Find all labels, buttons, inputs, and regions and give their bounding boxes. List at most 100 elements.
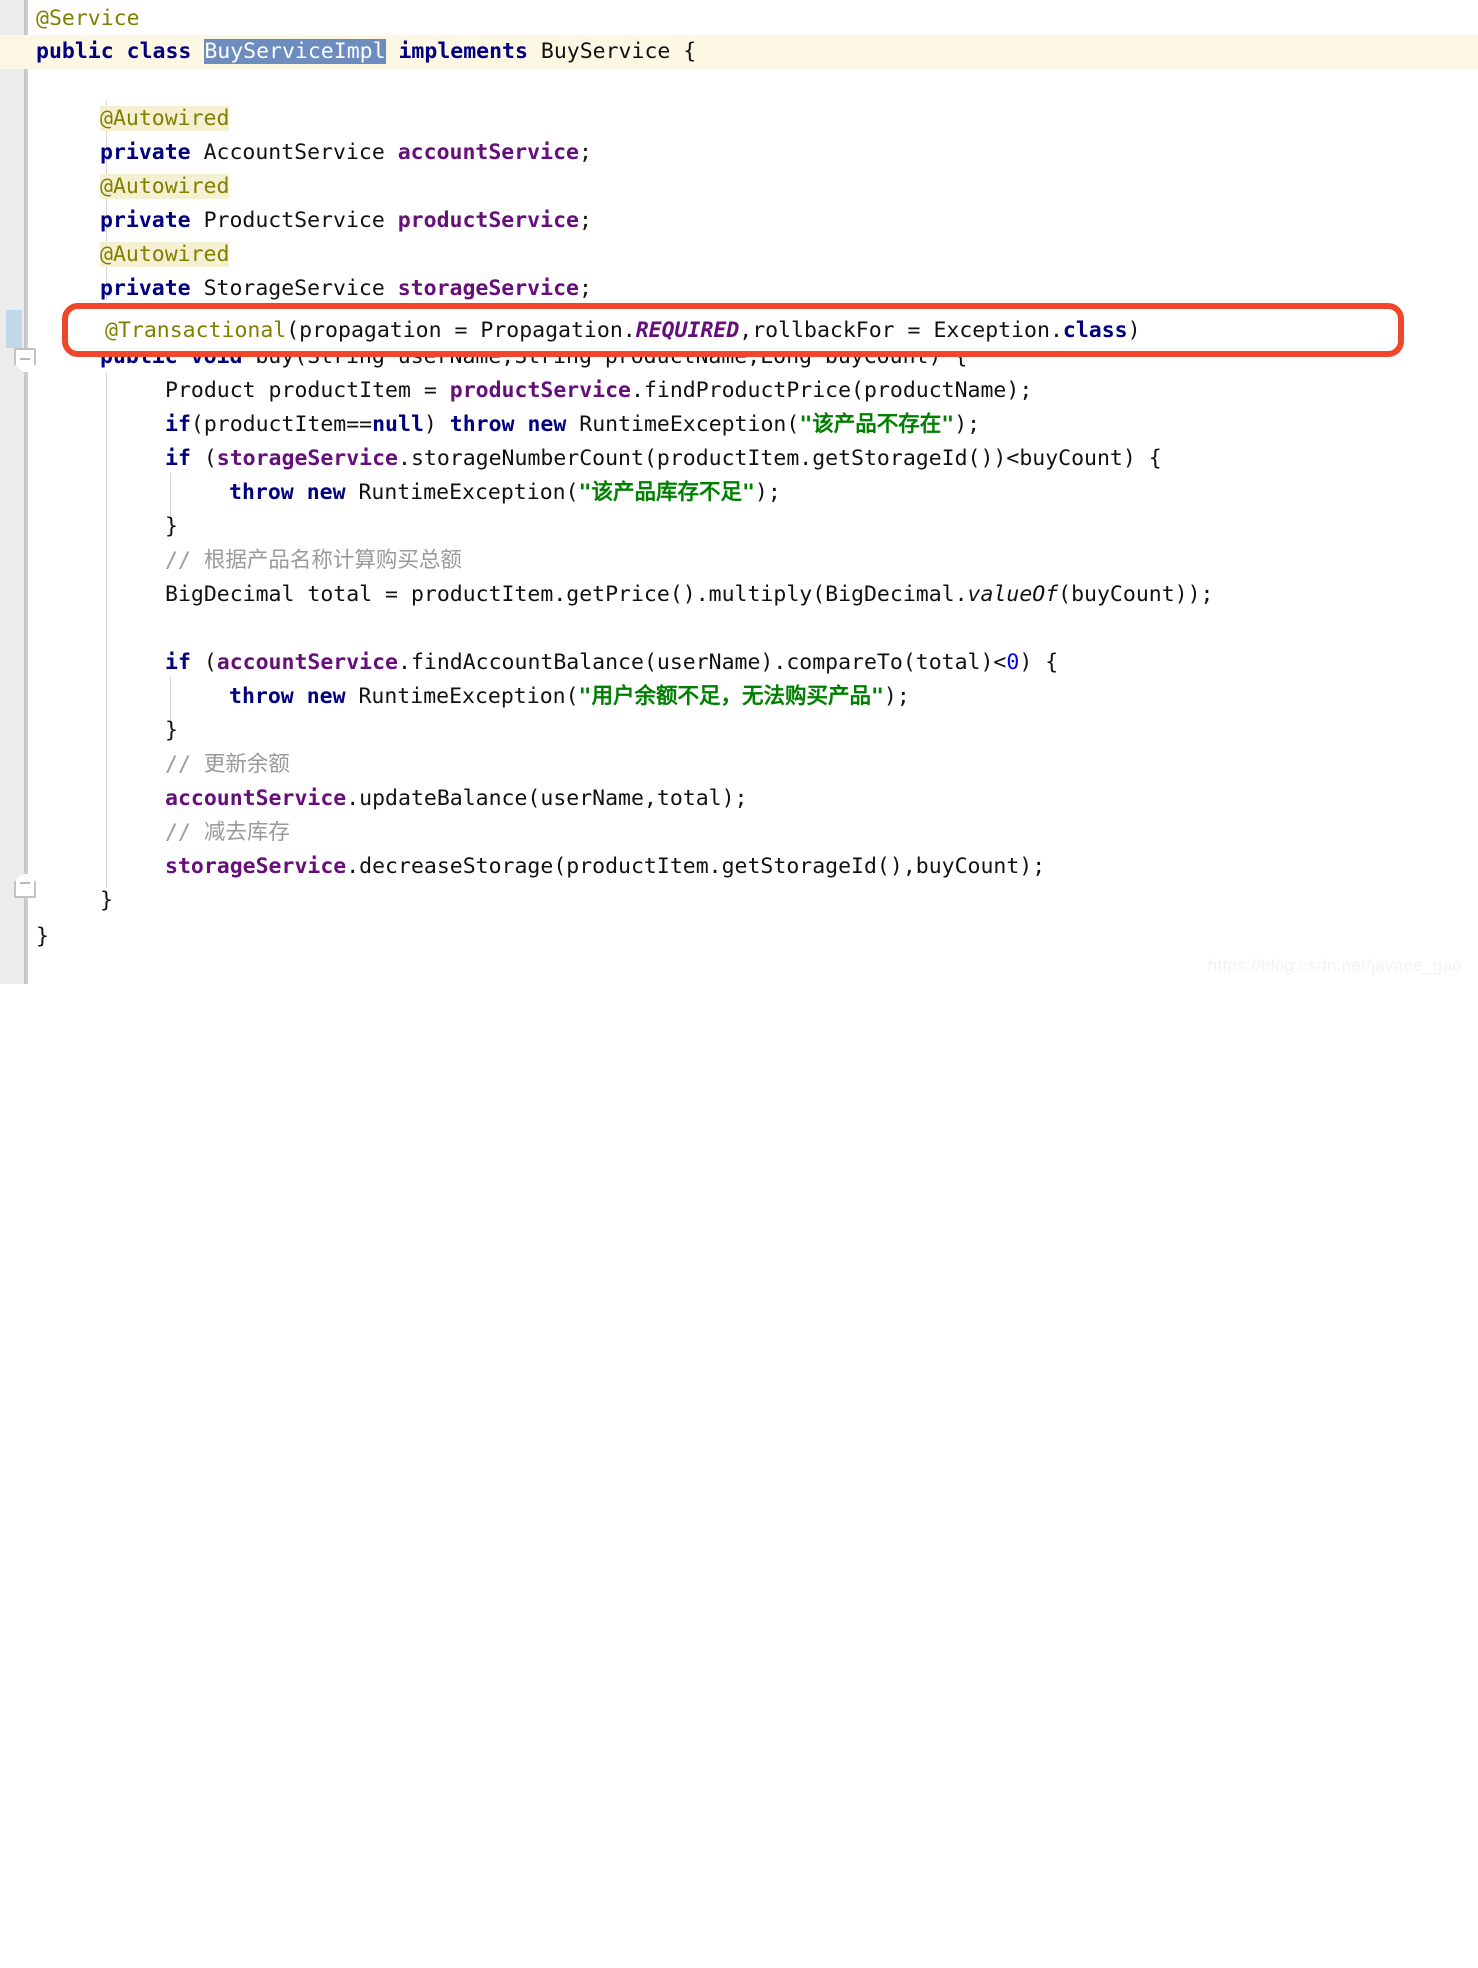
code-line-product-lookup[interactable]: Product productItem = productService.fin… bbox=[0, 374, 1478, 408]
code-line-comment-update-balance[interactable]: // 更新余额 bbox=[0, 748, 1478, 782]
type-accountservice: AccountService bbox=[203, 140, 385, 165]
keyword-null: null bbox=[372, 412, 424, 437]
field-ref-accountservice-2: accountService bbox=[165, 786, 347, 811]
code-line-class-declaration[interactable]: public class BuyServiceImpl implements B… bbox=[0, 35, 1478, 69]
code-line-comment-total[interactable]: // 根据产品名称计算购买总额 bbox=[0, 544, 1478, 578]
keyword-new-1: new bbox=[527, 412, 567, 437]
ifbalance-tail: ) { bbox=[1019, 650, 1059, 675]
class-open-brace: { bbox=[683, 39, 697, 64]
string-product-not-exist: "该产品不存在" bbox=[799, 412, 955, 437]
field-ref-productservice: productService bbox=[449, 378, 631, 403]
keyword-public: public bbox=[36, 39, 114, 64]
code-line-autowired-2[interactable]: @Autowired bbox=[0, 170, 1478, 204]
keyword-private-3: private bbox=[100, 276, 191, 301]
bigdecimal-suffix: (buyCount)); bbox=[1058, 582, 1214, 607]
close-brace-method: } bbox=[100, 888, 113, 913]
decrease-storage-suffix: .decreaseStorage(productItem.getStorageI… bbox=[346, 854, 1046, 879]
code-line-field-accountservice[interactable]: private AccountService accountService; bbox=[0, 136, 1478, 170]
code-line-if-storage[interactable]: if (storageService.storageNumberCount(pr… bbox=[0, 442, 1478, 476]
field-accountservice: accountService bbox=[397, 140, 579, 165]
propagation-required-value: REQUIRED bbox=[635, 317, 740, 343]
code-line-update-balance[interactable]: accountService.updateBalance(userName,to… bbox=[0, 782, 1478, 816]
code-line-comment-decrease-stock[interactable]: // 减去库存 bbox=[0, 816, 1478, 850]
annotation-autowired-3: @Autowired bbox=[100, 242, 230, 267]
interface-name: BuyService bbox=[540, 39, 671, 64]
throwbalance-call: RuntimeException( bbox=[345, 684, 579, 709]
code-line-field-storageservice[interactable]: private StorageService storageService; bbox=[0, 272, 1478, 306]
keyword-private-1: private bbox=[100, 140, 191, 165]
bigdecimal-prefix: BigDecimal total = productItem.getPrice(… bbox=[165, 582, 968, 607]
close-brace-class: } bbox=[36, 924, 49, 949]
code-line-throw-balance[interactable]: throw new RuntimeException("用户余额不足，无法购买产… bbox=[0, 680, 1478, 714]
keyword-private-2: private bbox=[100, 208, 191, 233]
keyword-new-3: new bbox=[306, 684, 346, 709]
code-line-throw-stock[interactable]: throw new RuntimeException("该产品库存不足"); bbox=[0, 476, 1478, 510]
field-productservice: productService bbox=[397, 208, 579, 233]
keyword-if-1: if bbox=[165, 412, 191, 437]
code-line-autowired-1[interactable]: @Autowired bbox=[0, 102, 1478, 136]
keyword-throw-2: throw bbox=[229, 480, 294, 505]
string-balance-insufficient: "用户余额不足，无法购买产品" bbox=[578, 684, 884, 709]
number-zero: 0 bbox=[1006, 650, 1020, 675]
transactional-mid: ,rollbackFor = Exception. bbox=[739, 317, 1063, 343]
field-ref-storageservice: storageService bbox=[216, 446, 398, 471]
product-decl-prefix: Product productItem = bbox=[165, 378, 450, 403]
field-ref-accountservice: accountService bbox=[216, 650, 398, 675]
ifbalance-open: ( bbox=[190, 650, 217, 675]
code-line-close-class[interactable]: } bbox=[0, 920, 1478, 954]
update-balance-suffix: .updateBalance(userName,total); bbox=[346, 786, 748, 811]
keyword-throw-1: throw bbox=[449, 412, 515, 437]
comment-decrease-stock: // 减去库存 bbox=[165, 820, 290, 845]
code-line-close-brace-2[interactable]: } bbox=[0, 714, 1478, 748]
type-storageservice: StorageService bbox=[203, 276, 385, 301]
field-ref-storageservice-2: storageService bbox=[165, 854, 347, 879]
code-line-close-brace-1[interactable]: } bbox=[0, 510, 1478, 544]
code-line-if-balance[interactable]: if (accountService.findAccountBalance(us… bbox=[0, 646, 1478, 680]
comment-compute-total: // 根据产品名称计算购买总额 bbox=[165, 548, 462, 573]
throwstock-tail: ); bbox=[754, 480, 781, 505]
keyword-if-3: if bbox=[165, 650, 191, 675]
code-line-if-null[interactable]: if(productItem==null) throw new RuntimeE… bbox=[0, 408, 1478, 442]
code-line-close-method[interactable]: } bbox=[0, 884, 1478, 918]
annotation-autowired-2: @Autowired bbox=[100, 174, 230, 199]
annotation-autowired-1: @Autowired bbox=[100, 106, 230, 131]
annotation-service: @Service bbox=[36, 6, 140, 31]
keyword-class: class bbox=[126, 39, 192, 64]
semicolon-2: ; bbox=[578, 208, 592, 233]
keyword-new-2: new bbox=[306, 480, 346, 505]
code-line-bigdecimal-total[interactable]: BigDecimal total = productItem.getPrice(… bbox=[0, 578, 1478, 612]
code-line-decrease-storage[interactable]: storageService.decreaseStorage(productIt… bbox=[0, 850, 1478, 884]
ifnull-tail: ); bbox=[954, 412, 981, 437]
code-line-field-productservice[interactable]: private ProductService productService; bbox=[0, 204, 1478, 238]
transactional-open: (propagation = Propagation. bbox=[286, 317, 636, 343]
transactional-close: ) bbox=[1127, 317, 1141, 343]
ifbalance-mid: .findAccountBalance(userName).compareTo(… bbox=[398, 650, 1007, 675]
ifnull-call: RuntimeException( bbox=[566, 412, 800, 437]
close-brace-1: } bbox=[165, 514, 178, 539]
code-content[interactable]: @Service public class BuyServiceImpl imp… bbox=[0, 0, 1478, 984]
annotation-transactional: @Transactional bbox=[105, 317, 287, 343]
red-highlight-annotation-box: @Transactional (propagation = Propagation… bbox=[62, 303, 1404, 357]
close-brace-2: } bbox=[165, 718, 178, 743]
product-decl-suffix: .findProductPrice(productName); bbox=[631, 378, 1033, 403]
code-editor[interactable]: @Service public class BuyServiceImpl imp… bbox=[0, 0, 1478, 984]
throwbalance-tail: ); bbox=[883, 684, 910, 709]
code-line-autowired-3[interactable]: @Autowired bbox=[0, 238, 1478, 272]
keyword-class-literal: class bbox=[1062, 317, 1128, 343]
keyword-if-2: if bbox=[165, 446, 191, 471]
ifstorage-open: ( bbox=[190, 446, 217, 471]
ifnull-cond-b: ) bbox=[423, 412, 450, 437]
selected-class-name[interactable]: BuyServiceImpl bbox=[204, 39, 386, 64]
semicolon-3: ; bbox=[578, 276, 592, 301]
watermark-url: https://blog.csdn.net/javaee_gao bbox=[1207, 956, 1462, 975]
string-stock-insufficient: "该产品库存不足" bbox=[578, 480, 755, 505]
ifnull-cond-a: (productItem== bbox=[190, 412, 373, 437]
code-line-service-annotation[interactable]: @Service bbox=[0, 2, 1478, 36]
keyword-throw-3: throw bbox=[229, 684, 294, 709]
static-method-valueof: valueOf bbox=[967, 582, 1059, 607]
keyword-implements: implements bbox=[398, 39, 528, 64]
semicolon-1: ; bbox=[578, 140, 592, 165]
throwstock-call: RuntimeException( bbox=[345, 480, 579, 505]
highlighted-transactional-line[interactable]: @Transactional (propagation = Propagation… bbox=[68, 309, 1398, 351]
comment-update-balance: // 更新余额 bbox=[165, 752, 290, 777]
